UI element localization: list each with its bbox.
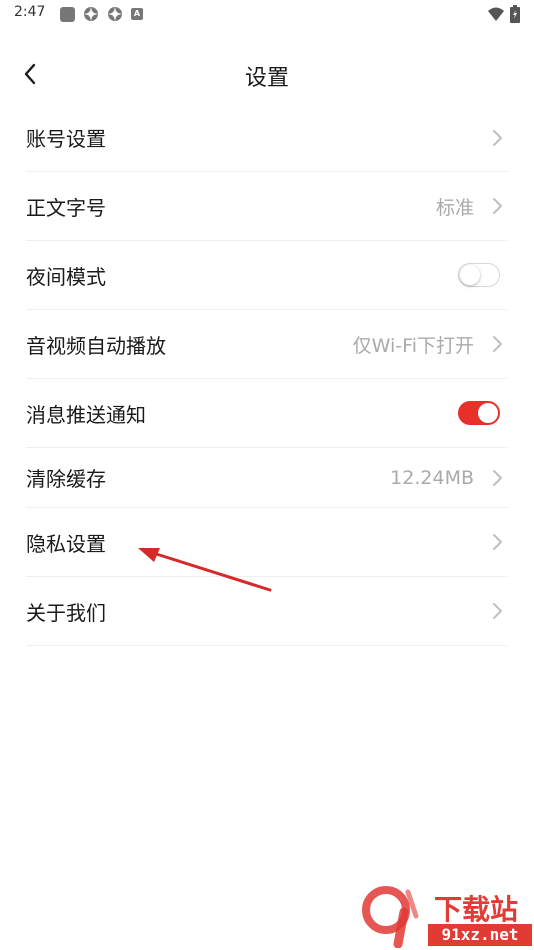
settings-item-value: 仅Wi-Fi下打开 (352, 334, 474, 357)
battery-icon (510, 5, 520, 23)
settings-item-label: 正文字号 (26, 195, 106, 220)
watermark-logo: 下载站 91xz.net (358, 884, 534, 950)
gear-icon (84, 7, 98, 21)
settings-item-clear-cache[interactable]: 清除缓存 12.24MB (26, 448, 508, 508)
chevron-right-icon (493, 129, 502, 146)
notification-icons: A (60, 6, 143, 22)
gear-icon (108, 7, 122, 21)
system-icons (487, 5, 520, 23)
watermark-domain: 91xz.net (428, 924, 532, 946)
app-square-icon (60, 6, 75, 22)
chevron-right-icon (493, 603, 502, 619)
chevron-right-icon (493, 534, 502, 550)
toggle-knob (460, 265, 480, 285)
settings-item-label: 账号设置 (26, 127, 106, 151)
annotation-arrow-icon (138, 548, 272, 592)
status-bar: 2:47 A (0, 0, 534, 28)
settings-item-label: 清除缓存 (26, 467, 106, 491)
settings-item-push-notification: 消息推送通知 (26, 379, 508, 448)
a-box-icon: A (131, 8, 143, 20)
settings-item-label: 隐私设置 (26, 531, 106, 556)
header: 设置 (0, 44, 534, 104)
settings-item-account[interactable]: 账号设置 (26, 104, 508, 172)
settings-item-value: 标准 (435, 196, 474, 219)
settings-item-value: 12.24MB (390, 466, 474, 489)
settings-item-label: 夜间模式 (26, 264, 106, 289)
toggle-knob (478, 403, 498, 423)
watermark-text: 下载站 (434, 893, 519, 926)
settings-item-night-mode: 夜间模式 (26, 241, 508, 310)
page-title: 设置 (244, 66, 289, 91)
settings-item-autoplay[interactable]: 音视频自动播放 仅Wi-Fi下打开 (26, 310, 508, 379)
settings-item-label: 关于我们 (26, 600, 106, 625)
settings-item-label: 消息推送通知 (26, 402, 146, 427)
settings-item-font-size[interactable]: 正文字号 标准 (26, 172, 508, 241)
wifi-icon (488, 7, 504, 21)
status-time: 2:47 (14, 4, 46, 20)
chevron-right-icon (493, 198, 502, 214)
night-mode-toggle[interactable] (458, 263, 500, 287)
settings-item-label: 音视频自动播放 (26, 333, 166, 358)
nine-logo-icon (362, 886, 419, 948)
chevron-right-icon (493, 469, 502, 486)
chevron-right-icon (493, 336, 502, 352)
push-notification-toggle[interactable] (458, 401, 500, 425)
